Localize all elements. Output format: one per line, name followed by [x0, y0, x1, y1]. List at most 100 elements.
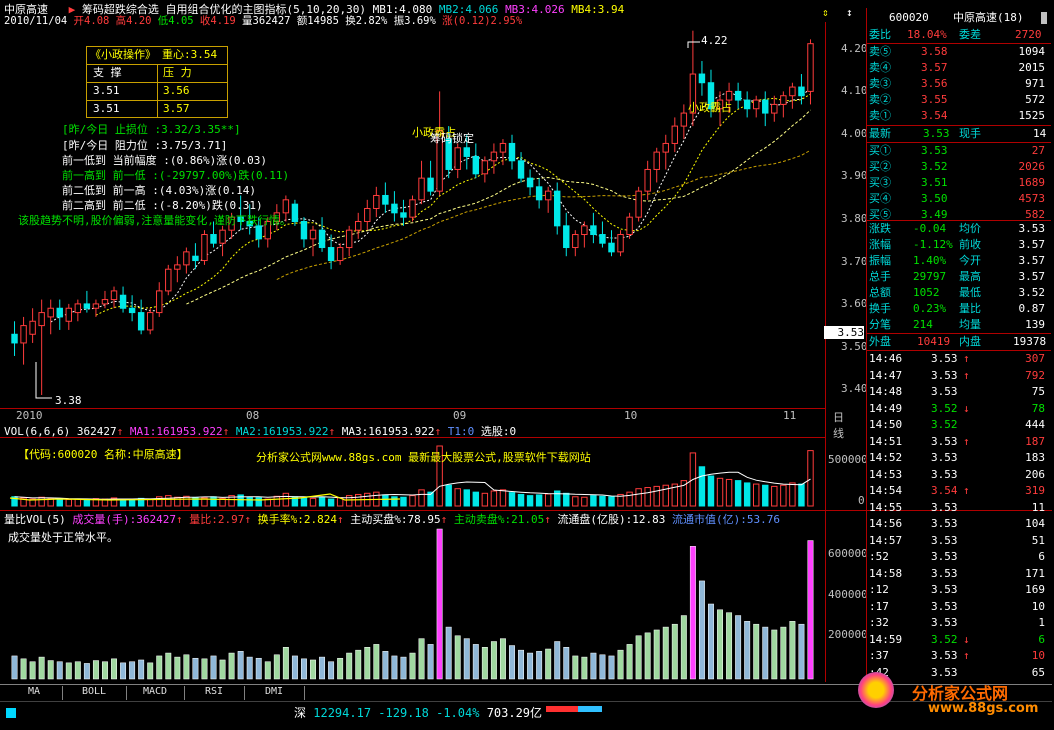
stat-value: -0.04 [913, 222, 947, 235]
stat-row: 涨幅 -1.12% 前收 3.57 [867, 237, 1051, 253]
candle-body [644, 168, 651, 192]
stat-value: 0.87 [1018, 302, 1046, 315]
tick-row: :12 3.53 169 [867, 582, 1051, 598]
liangbi-bar [617, 649, 624, 680]
candle-body [608, 242, 615, 253]
candle-body [590, 225, 597, 236]
bid-volume: 1689 [1018, 176, 1046, 189]
tick-volume: 10 [1031, 599, 1045, 613]
liangbi-bar [47, 660, 54, 680]
stat-label: 振幅 [869, 254, 891, 267]
website-banner[interactable]: 分析家公式网www.88gs.com 最新最大股票公式,股票软件下载网站 [256, 449, 591, 465]
candle-body [318, 229, 326, 249]
tick-price: 3.53 [931, 599, 958, 613]
tick-row: :32 3.53 1 [867, 615, 1051, 631]
tick-time: :12 [869, 583, 889, 596]
tick-row: 14:54 3.54 ↑ 319 [867, 483, 1051, 499]
liangbi-bar [282, 647, 289, 680]
volume-bar [83, 499, 91, 507]
tab-macd[interactable]: MACD [126, 686, 185, 700]
lb-tick-200000: 200000 [828, 628, 868, 641]
liangbi-panel[interactable]: 成交量处于正常水平。 [0, 524, 825, 684]
tab-boll[interactable]: BOLL [62, 686, 127, 700]
stat-value: 0.23% [913, 302, 947, 315]
candle-body [626, 216, 633, 236]
liangbi-bar [219, 659, 226, 680]
volume-bar [327, 498, 335, 507]
candle-body [762, 99, 769, 114]
liangbi-bar [255, 657, 262, 680]
logo-url[interactable]: www.88gs.com [928, 701, 1038, 716]
ask-price: 3.57 [921, 61, 948, 74]
tick-price: 3.53 [931, 616, 958, 629]
expand-icon[interactable]: ↕ [846, 6, 853, 19]
price-axis: 4.20 4.10 4.00 3.90 3.80 3.70 3.60 3.50 … [824, 22, 868, 682]
pressure-1: 3.56 [163, 84, 190, 97]
support-2: 3.51 [93, 102, 120, 115]
volume-bar [590, 495, 597, 507]
liangbi-bar [581, 656, 588, 680]
order-book-panel: 600020 中原高速(18) 委比 18.04% 委差 2720 卖⑤ 3.58… [866, 8, 1051, 684]
candle-body [463, 147, 470, 157]
volume-bar [653, 485, 660, 507]
volume-bar [490, 490, 498, 507]
x-label-09: 09 [453, 409, 467, 422]
liangbi-bar [771, 629, 778, 680]
volume-bar [752, 483, 760, 507]
y-tick: 3.90 [841, 169, 868, 182]
volume-bar [554, 490, 561, 507]
liangbi-bar [735, 615, 742, 680]
lb-note: 成交量处于正常水平。 [8, 531, 118, 544]
ob-code: 600020 [889, 11, 929, 24]
tab-dmi[interactable]: DMI [244, 686, 305, 700]
y-tick: 3.50 [841, 340, 868, 353]
ob-scroll-handle[interactable] [1041, 12, 1047, 24]
ask-label: 卖④ [869, 61, 891, 74]
tick-time: 14:57 [869, 533, 903, 547]
stat-row: 涨跌 -0.04 均价 3.53 [867, 221, 1051, 237]
bid-label: 买① [869, 144, 891, 157]
liangbi-bar [183, 654, 190, 680]
date-axis: 2010 08 09 10 11 日线 [0, 408, 844, 440]
candle-body [119, 294, 127, 309]
tick-row: 14:57 3.53 51 [867, 533, 1051, 549]
liangbi-bar [201, 658, 208, 680]
tick-arrow: ↑ [963, 484, 970, 497]
scroll-updown-icon[interactable]: ⇕ [822, 6, 829, 19]
liangbi-bar [264, 661, 271, 680]
volume-bar [282, 492, 290, 507]
tick-row: 14:59 3.52 ↓ 6 [867, 632, 1051, 648]
liangbi-bar [74, 661, 81, 680]
stat-value: 3.53 [1018, 222, 1046, 235]
candle-body [572, 234, 579, 249]
x-label-10: 10 [624, 409, 638, 422]
candle-body [617, 234, 624, 253]
candle-body [183, 251, 190, 266]
candle-body [599, 234, 606, 244]
tab-ma[interactable]: MA [6, 686, 63, 700]
candle-body [345, 229, 353, 249]
ask-volume: 1094 [1018, 45, 1046, 58]
volume-panel[interactable]: 【代码:600020 名称:中原高速】 分析家公式网www.88gs.com 最… [0, 437, 825, 510]
tick-price: 3.53 [931, 517, 958, 530]
ask-row: 卖④ 3.57 2015 [867, 60, 1051, 76]
bid-row: 买② 3.52 2026 [867, 159, 1051, 175]
candle-body [110, 290, 118, 301]
mb4-value: MB4:3.94 [571, 3, 625, 16]
stat-label: 涨幅 [869, 238, 891, 251]
tab-rsi[interactable]: RSI [184, 686, 245, 700]
tick-row: 14:46 3.53 ↑ 307 [867, 351, 1051, 367]
liangbi-bar [400, 656, 407, 680]
current-price-marker: 3.53 [824, 326, 864, 339]
liangbi-bar [527, 652, 534, 680]
liangbi-bar [644, 632, 651, 680]
tick-volume: 183 [1025, 451, 1045, 464]
liangbi-bar [355, 649, 362, 680]
candle-body [291, 203, 299, 223]
stat-label: 分笔 [869, 318, 891, 331]
liangbi-bar [291, 655, 298, 680]
bid-price: 3.51 [921, 176, 948, 189]
liangbi-bar [671, 623, 678, 680]
volume-bar [635, 488, 642, 507]
tick-volume: 6 [1038, 550, 1045, 563]
